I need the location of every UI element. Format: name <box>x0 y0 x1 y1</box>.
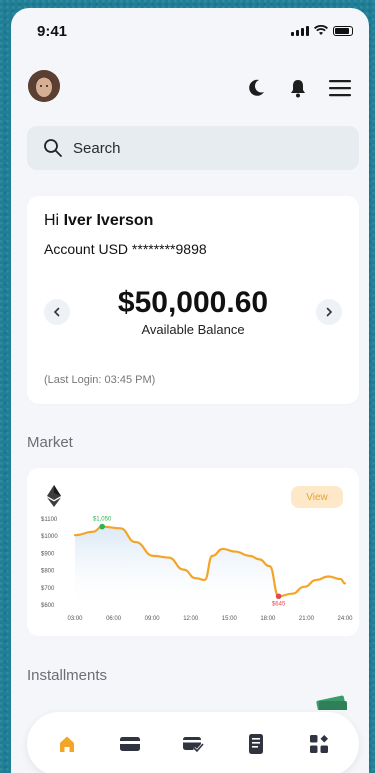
moon-icon[interactable] <box>245 77 267 99</box>
account-number: Account USD ********9898 <box>44 241 207 257</box>
ethereum-icon <box>47 485 61 507</box>
status-bar: 9:41 <box>11 8 369 52</box>
market-line-chart: $1100 $1000 $900 $800 $700 $600 03:00 06:00 09:0… <box>41 517 353 622</box>
nav-cards[interactable] <box>118 732 142 756</box>
balance-label: Available Balance <box>141 322 245 337</box>
avatar[interactable] <box>28 70 60 102</box>
nav-more[interactable] <box>307 732 331 756</box>
balance-amount: $50,000.60 <box>117 286 269 319</box>
system-indicators <box>291 24 353 36</box>
battery-icon <box>333 26 353 36</box>
marker-label: $1,050 <box>93 517 112 523</box>
x-tick-label: 12:00 <box>183 616 199 622</box>
nav-home[interactable] <box>55 732 79 756</box>
installments-title: Installments <box>27 667 108 684</box>
status-time: 9:41 <box>37 23 68 40</box>
user-name: Iver Iverson <box>63 212 154 229</box>
bottom-navigation <box>27 712 359 773</box>
search-input[interactable]: Search <box>27 126 359 170</box>
bell-icon[interactable] <box>287 77 309 99</box>
home-icon <box>59 736 74 752</box>
market-card: View $1100 $1000 $900 $800 $700 $600 03:00 06:0… <box>27 468 359 636</box>
phone-screen: 9:41 Search Hi Iver Iverson Account USD … <box>11 8 369 773</box>
y-tick-label: $1100 <box>41 517 58 523</box>
view-market-button[interactable]: View <box>291 486 343 508</box>
nav-bills[interactable] <box>244 732 268 756</box>
top-actions <box>245 77 351 99</box>
search-icon <box>44 139 62 157</box>
x-tick-label: 24:00 <box>337 616 353 622</box>
grid-icon <box>310 735 329 753</box>
x-tick-label: 09:00 <box>145 616 161 622</box>
search-placeholder: Search <box>73 139 121 157</box>
y-tick-label: $800 <box>41 569 55 575</box>
last-login: (Last Login: 03:45 PM) <box>44 374 156 386</box>
market-title: Market <box>27 434 73 451</box>
y-tick-label: $600 <box>41 603 55 609</box>
balance-card: Hi Iver Iverson Account USD ********9898… <box>27 196 359 404</box>
x-tick-label: 03:00 <box>67 616 83 622</box>
x-tick-label: 18:00 <box>260 616 276 622</box>
avatar-face-icon <box>28 70 60 102</box>
x-tick-label: 15:00 <box>222 616 238 622</box>
menu-icon[interactable] <box>329 77 351 99</box>
greeting-prefix: Hi <box>44 212 60 229</box>
signal-icon <box>291 26 309 36</box>
marker-label: $645 <box>272 601 286 607</box>
y-tick-label: $1000 <box>41 534 58 540</box>
nav-transfer[interactable] <box>181 732 205 756</box>
top-bar <box>11 68 369 108</box>
marker-point <box>99 523 105 530</box>
x-tick-label: 21:00 <box>299 616 315 622</box>
money-illustration-icon <box>316 695 347 710</box>
marker-point <box>275 593 282 600</box>
wifi-icon <box>314 24 328 35</box>
bill-icon <box>249 734 264 754</box>
y-tick-label: $900 <box>41 551 55 557</box>
greeting: Hi Iver Iverson <box>44 212 153 230</box>
transfer-icon <box>182 737 204 754</box>
x-tick-label: 06:00 <box>106 616 122 622</box>
card-icon <box>119 737 140 751</box>
y-tick-label: $700 <box>41 586 55 592</box>
